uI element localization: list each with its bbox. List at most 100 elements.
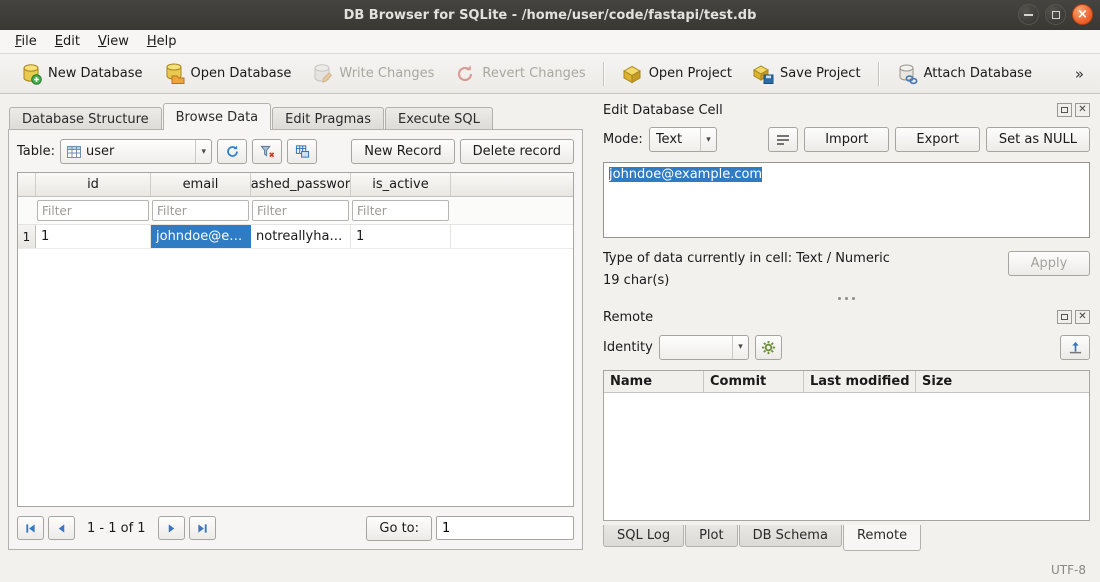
table-select-value: user <box>86 144 184 159</box>
maximize-button[interactable] <box>1045 4 1066 25</box>
open-database-icon <box>163 63 185 85</box>
refresh-button[interactable] <box>217 139 247 164</box>
remote-column-name[interactable]: Name <box>604 371 704 392</box>
float-dock-button[interactable] <box>1057 310 1072 324</box>
menu-help[interactable]: Help <box>138 32 186 51</box>
save-table-view-button[interactable] <box>287 139 317 164</box>
remote-column-commit[interactable]: Commit <box>704 371 804 392</box>
revert-changes-button: Revert Changes <box>444 58 595 90</box>
table-select[interactable]: user ▾ <box>60 139 212 164</box>
next-record-icon <box>166 523 177 534</box>
tab-execute-sql[interactable]: Execute SQL <box>385 107 493 130</box>
new-record-button[interactable]: New Record <box>351 139 454 164</box>
cell-id[interactable]: 1 <box>36 225 151 248</box>
float-dock-button[interactable] <box>1057 103 1072 117</box>
remote-table-header: Name Commit Last modified Size <box>604 371 1089 393</box>
remote-column-size[interactable]: Size <box>916 371 1089 392</box>
remote-dock-header: Remote ✕ <box>603 308 1090 326</box>
column-header-id[interactable]: id <box>36 173 151 196</box>
first-record-icon <box>25 523 36 534</box>
encoding-label: UTF-8 <box>1051 563 1086 577</box>
mode-select-value: Text <box>656 132 694 147</box>
close-dock-button[interactable]: ✕ <box>1075 310 1090 324</box>
edit-cell-dock-header: Edit Database Cell ✕ <box>603 101 1090 119</box>
clear-filters-button[interactable] <box>252 139 282 164</box>
first-record-button[interactable] <box>17 516 44 540</box>
edit-cell-toolbar: Mode: Text ▾ Import Export Set as NULL <box>603 126 1090 153</box>
filter-input-email[interactable] <box>152 200 249 221</box>
goto-button[interactable]: Go to: <box>366 516 432 541</box>
save-project-icon <box>752 63 774 85</box>
column-header-hashed-password[interactable]: ashed_passwor <box>251 173 351 196</box>
close-dock-icon: ✕ <box>1078 105 1086 115</box>
float-icon <box>1061 314 1068 320</box>
main-toolbar: New Database Open Database Write Changes… <box>0 54 1100 94</box>
filter-input-hashed-password[interactable] <box>252 200 349 221</box>
window-title: DB Browser for SQLite - /home/user/code/… <box>344 8 757 23</box>
remote-identity-row: Identity ▾ <box>603 333 1090 361</box>
tab-edit-pragmas[interactable]: Edit Pragmas <box>272 107 384 130</box>
upload-button[interactable] <box>1060 335 1090 360</box>
grid-header: id email ashed_passwor is_active <box>18 173 573 197</box>
identity-label: Identity <box>603 340 653 355</box>
tab-remote[interactable]: Remote <box>843 525 921 551</box>
column-header-is-active[interactable]: is_active <box>351 173 451 196</box>
export-button[interactable]: Export <box>895 127 980 152</box>
menu-file[interactable]: File <box>6 32 46 51</box>
word-wrap-button[interactable] <box>768 127 798 152</box>
toolbar-overflow-button[interactable]: » <box>1069 65 1090 83</box>
delete-record-button[interactable]: Delete record <box>460 139 574 164</box>
menu-view[interactable]: View <box>89 32 138 51</box>
new-database-button[interactable]: New Database <box>10 58 153 90</box>
column-header-email[interactable]: email <box>151 173 251 196</box>
open-project-icon <box>621 63 643 85</box>
mode-select[interactable]: Text ▾ <box>649 127 717 152</box>
right-pane: Edit Database Cell ✕ Mode: Text ▾ Import… <box>591 94 1100 558</box>
cell-editor[interactable]: johndoe@example.com <box>603 162 1090 238</box>
browse-controls: Table: user ▾ <box>17 138 574 165</box>
tab-plot[interactable]: Plot <box>685 525 738 547</box>
chevron-down-icon: ▾ <box>700 128 716 151</box>
titlebar[interactable]: DB Browser for SQLite - /home/user/code/… <box>0 0 1100 30</box>
attach-database-button[interactable]: Attach Database <box>886 58 1042 90</box>
close-dock-button[interactable]: ✕ <box>1075 103 1090 117</box>
table-label: Table: <box>17 144 55 159</box>
open-database-button[interactable]: Open Database <box>153 58 302 90</box>
last-record-button[interactable] <box>189 516 216 540</box>
row-number[interactable]: 1 <box>18 225 36 248</box>
filter-input-is-active[interactable] <box>352 200 449 221</box>
import-button[interactable]: Import <box>804 127 889 152</box>
revert-changes-icon <box>454 63 476 85</box>
menu-edit[interactable]: Edit <box>46 32 89 51</box>
browse-data-panel: Table: user ▾ <box>8 129 583 550</box>
tab-sql-log[interactable]: SQL Log <box>603 525 684 547</box>
filter-input-id[interactable] <box>37 200 149 221</box>
save-project-button[interactable]: Save Project <box>742 58 871 90</box>
remote-table-empty-area <box>604 393 1089 520</box>
goto-input[interactable] <box>436 516 574 540</box>
write-changes-button: Write Changes <box>301 58 444 90</box>
next-record-button[interactable] <box>158 516 185 540</box>
cell-is-active[interactable]: 1 <box>351 225 451 248</box>
tab-db-schema[interactable]: DB Schema <box>739 525 842 547</box>
tab-browse-data[interactable]: Browse Data <box>163 103 272 130</box>
last-record-icon <box>197 523 208 534</box>
cell-info: Type of data currently in cell: Text / N… <box>603 251 1090 288</box>
close-button[interactable]: × <box>1072 4 1093 25</box>
tab-database-structure[interactable]: Database Structure <box>9 107 162 130</box>
cell-hashed-password[interactable]: notreallyha… <box>251 225 351 248</box>
dock-tabbar: SQL Log Plot DB Schema Remote <box>603 525 922 551</box>
identity-select[interactable]: ▾ <box>659 335 749 360</box>
splitter-handle[interactable] <box>603 291 1090 305</box>
cell-email-selected[interactable]: johndoe@e… <box>151 225 251 248</box>
manage-identities-button[interactable] <box>755 335 782 360</box>
window-controls: × <box>1018 4 1093 25</box>
open-project-button[interactable]: Open Project <box>611 58 742 90</box>
previous-record-button[interactable] <box>48 516 75 540</box>
remote-column-last-modified[interactable]: Last modified <box>804 371 916 392</box>
clear-filter-icon <box>260 144 275 159</box>
cell-type-info: Type of data currently in cell: Text / N… <box>603 251 890 266</box>
attach-database-icon <box>896 63 918 85</box>
set-as-null-button[interactable]: Set as NULL <box>986 127 1090 152</box>
minimize-button[interactable] <box>1018 4 1039 25</box>
